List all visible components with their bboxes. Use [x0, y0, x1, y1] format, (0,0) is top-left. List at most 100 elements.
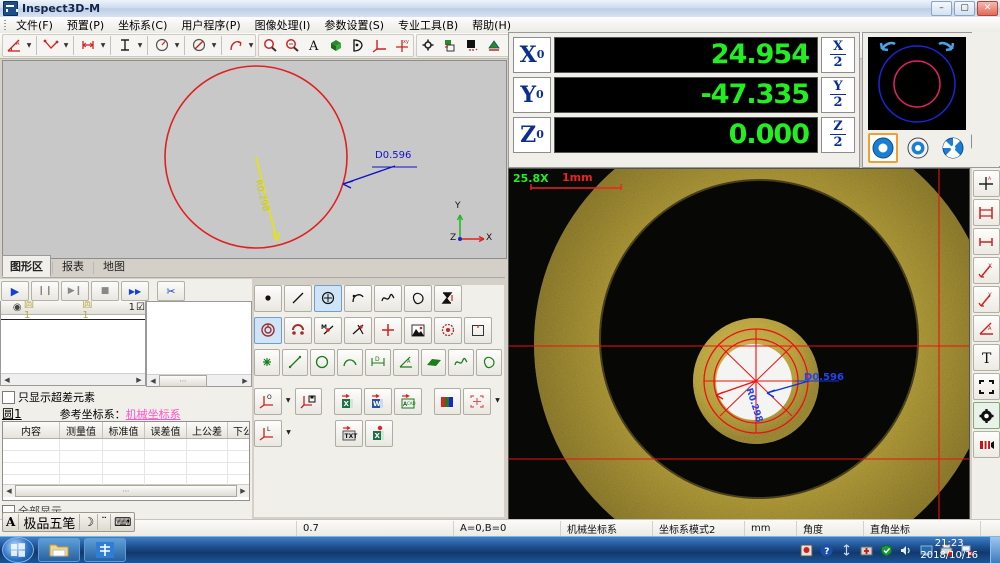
- menu-item-protools[interactable]: 专业工具(B): [391, 16, 465, 34]
- preview-scroll-right-icon[interactable]: ▶: [239, 376, 251, 386]
- axis-tool[interactable]: [369, 34, 391, 57]
- text-annotation-button[interactable]: T: [973, 344, 1000, 371]
- x-half-button[interactable]: X2: [821, 37, 855, 73]
- close-button[interactable]: ✕: [977, 1, 998, 16]
- start-button[interactable]: [2, 537, 34, 563]
- nocircle-dropdown-icon[interactable]: ▼: [210, 35, 218, 56]
- angle-measure-tool[interactable]: A: [3, 34, 25, 57]
- tray-app-icon[interactable]: [799, 543, 814, 558]
- video-record-button[interactable]: [973, 431, 1000, 458]
- menu-item-coordinate[interactable]: 坐标系(C): [111, 16, 174, 34]
- camera-view[interactable]: 25.8X 1mm D0.596 R0.298: [508, 168, 970, 520]
- line-measure-tool[interactable]: [40, 34, 62, 57]
- coordinate-line-dropdown-icon[interactable]: ▼: [284, 420, 293, 445]
- zoom-in-tool[interactable]: [259, 34, 281, 57]
- table-header-error[interactable]: 误差值: [145, 422, 187, 438]
- green-angle-tool[interactable]: A: [393, 349, 419, 376]
- light-mode-coaxial[interactable]: [903, 133, 933, 163]
- midpoint-tool[interactable]: M: [314, 317, 342, 344]
- curve-tool[interactable]: [374, 285, 402, 312]
- tools-button[interactable]: ✂: [157, 281, 185, 301]
- save-coordinate-tool[interactable]: [295, 388, 323, 415]
- menu-grip[interactable]: [2, 19, 9, 31]
- table-header-uppertol[interactable]: 上公差: [187, 422, 228, 438]
- step-button[interactable]: ▶❙: [61, 281, 89, 301]
- y-axis-zero-button[interactable]: Y0: [513, 77, 551, 113]
- arc-dropdown-icon[interactable]: ▼: [247, 35, 255, 56]
- z-axis-zero-button[interactable]: Z0: [513, 117, 551, 153]
- point-tool[interactable]: [254, 285, 282, 312]
- taskbar-clock[interactable]: 21:23 2018/10/16: [920, 538, 978, 562]
- line-dropdown-icon[interactable]: ▼: [62, 35, 70, 56]
- tab-graphics[interactable]: 图形区: [2, 255, 51, 277]
- height-gauge-tool[interactable]: [434, 285, 462, 312]
- x-axis-value[interactable]: 24.954: [554, 37, 818, 73]
- play-button[interactable]: ▶: [1, 281, 29, 301]
- tray-help-icon[interactable]: ?: [819, 543, 834, 558]
- table-header-measured[interactable]: 测量值: [60, 422, 103, 438]
- measurement-table[interactable]: 内容 测量值 标准值 误差值 上公差 下公差 ◀ ⋯ ▶: [2, 421, 250, 501]
- circle-measure-tool[interactable]: [151, 34, 173, 57]
- light-mode-ring[interactable]: [868, 133, 898, 163]
- menu-item-preset[interactable]: 预置(P): [60, 16, 111, 34]
- table-header-lowertol[interactable]: 下公差: [228, 422, 250, 438]
- table-scroll-thumb[interactable]: ⋯: [15, 485, 237, 497]
- fullscreen-button[interactable]: [973, 373, 1000, 400]
- ime-keyboard-icon[interactable]: ⌨: [111, 514, 134, 530]
- y-axis-measure-button[interactable]: Y: [973, 286, 1000, 313]
- center-tool[interactable]: [434, 317, 462, 344]
- element-list-hscroll[interactable]: ◀ ▶: [1, 373, 145, 385]
- play-tool[interactable]: [347, 34, 369, 57]
- distance-measure-tool[interactable]: [77, 34, 99, 57]
- tab-map[interactable]: 地图: [95, 255, 133, 277]
- freeform-tool[interactable]: [404, 285, 432, 312]
- table-row[interactable]: [3, 451, 249, 463]
- export-excel-tool[interactable]: X: [334, 388, 362, 415]
- pause-button[interactable]: ❙❙: [31, 281, 59, 301]
- menu-item-parameters[interactable]: 参数设置(S): [317, 16, 391, 34]
- ime-name-label[interactable]: 极品五笔: [19, 514, 80, 530]
- inspect3d-task[interactable]: [84, 538, 126, 562]
- intersection-tool[interactable]: [344, 317, 372, 344]
- green-circle-tool[interactable]: [310, 349, 336, 376]
- table-body[interactable]: [3, 439, 249, 484]
- arc-tool[interactable]: [344, 285, 372, 312]
- export-excel-settings-tool[interactable]: X: [365, 420, 393, 447]
- element-preview-box[interactable]: ◀ ⋯ ▶: [146, 301, 252, 387]
- show-desktop-button[interactable]: [990, 537, 1000, 563]
- light-preview[interactable]: [868, 37, 966, 130]
- frame-tool[interactable]: [464, 317, 492, 344]
- tray-shield-icon[interactable]: [879, 543, 894, 558]
- scroll-right-icon[interactable]: ▶: [133, 375, 145, 385]
- green-distance-tool[interactable]: D: [365, 349, 391, 376]
- green-plane-tool[interactable]: [421, 349, 447, 376]
- tray-volume-icon[interactable]: [899, 543, 914, 558]
- color-tool[interactable]: [434, 388, 462, 415]
- width-measure-button[interactable]: [973, 199, 1000, 226]
- fill-tool[interactable]: [461, 34, 483, 57]
- green-arc-tool[interactable]: [337, 349, 363, 376]
- stop-button[interactable]: ■: [91, 281, 119, 301]
- green-line-tool[interactable]: [282, 349, 308, 376]
- angle-measure-button[interactable]: A: [973, 315, 1000, 342]
- tab-report[interactable]: 报表: [54, 255, 92, 277]
- maximize-button[interactable]: ▢: [954, 1, 975, 16]
- tray-network-icon[interactable]: [839, 543, 854, 558]
- 3d-view-tool[interactable]: [325, 34, 347, 57]
- settings-button[interactable]: [973, 402, 1000, 429]
- minimize-button[interactable]: –: [931, 1, 952, 16]
- distance-measure-button[interactable]: [973, 228, 1000, 255]
- text-tool[interactable]: A: [303, 34, 325, 57]
- ime-mode-button[interactable]: A: [3, 514, 19, 530]
- element-list[interactable]: ◉ 圆1 圆1 1 ☑ ◀ ▶: [0, 301, 146, 386]
- settings-tool[interactable]: [417, 34, 439, 57]
- table-scroll-left-icon[interactable]: ◀: [3, 486, 15, 496]
- preview-scroll-thumb[interactable]: ⋯: [159, 375, 207, 387]
- menu-item-imageprocess[interactable]: 图像处理(I): [248, 16, 318, 34]
- angle-dropdown-icon[interactable]: ▼: [25, 35, 33, 56]
- circle-tool[interactable]: [314, 285, 342, 312]
- ime-bar[interactable]: A 极品五笔 ☽ ¨ ⌨: [2, 512, 135, 532]
- coordinate-origin-dropdown-icon[interactable]: ▼: [284, 388, 293, 413]
- circle-dropdown-icon[interactable]: ▼: [173, 35, 181, 56]
- explorer-task[interactable]: [38, 538, 80, 562]
